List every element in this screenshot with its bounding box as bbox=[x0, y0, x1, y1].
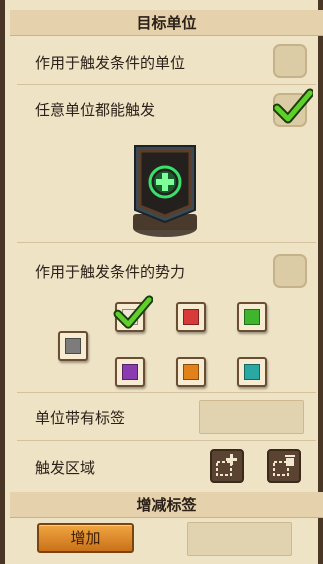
force-swatch-red[interactable] bbox=[176, 302, 206, 332]
unit-has-tag-label: 单位带有标签 bbox=[35, 409, 126, 427]
force-swatch-gray[interactable] bbox=[58, 331, 88, 361]
section-header-target-unit: 目标单位 bbox=[10, 10, 323, 36]
force-swatch-purple[interactable] bbox=[115, 357, 145, 387]
trigger-target-panel: 目标单位 作用于触发条件的单位 任意单位都能触发 作用于触发条件的势力 单位带有… bbox=[0, 0, 323, 564]
trigger-area-label: 触发区域 bbox=[35, 459, 96, 477]
divider bbox=[17, 440, 316, 441]
section-header-tags: 增减标签 bbox=[10, 492, 323, 518]
checkmark-icon bbox=[113, 295, 153, 329]
force-swatch-teal[interactable] bbox=[237, 357, 267, 387]
divider bbox=[17, 242, 316, 243]
area-delete-icon[interactable] bbox=[267, 449, 301, 483]
apply-to-trigger-unit-label: 作用于触发条件的单位 bbox=[35, 54, 186, 72]
force-swatch-orange[interactable] bbox=[176, 357, 206, 387]
force-swatch-green[interactable] bbox=[237, 302, 267, 332]
divider bbox=[17, 392, 316, 393]
divider bbox=[17, 84, 316, 85]
add-tag-button[interactable]: 增加 bbox=[37, 523, 134, 553]
force-swatch-white[interactable] bbox=[113, 295, 153, 332]
checkmark-icon bbox=[273, 88, 313, 124]
tag-input[interactable] bbox=[187, 522, 292, 556]
area-add-icon[interactable] bbox=[210, 449, 244, 483]
apply-to-trigger-force-checkbox[interactable] bbox=[273, 254, 307, 288]
apply-to-trigger-unit-checkbox[interactable] bbox=[273, 44, 307, 78]
any-unit-trigger-label: 任意单位都能触发 bbox=[35, 101, 156, 119]
any-unit-trigger-checkbox[interactable] bbox=[273, 88, 313, 127]
apply-to-trigger-force-label: 作用于触发条件的势力 bbox=[35, 263, 186, 281]
unit-card-plus-icon[interactable] bbox=[129, 140, 201, 238]
unit-tag-input[interactable] bbox=[199, 400, 304, 434]
